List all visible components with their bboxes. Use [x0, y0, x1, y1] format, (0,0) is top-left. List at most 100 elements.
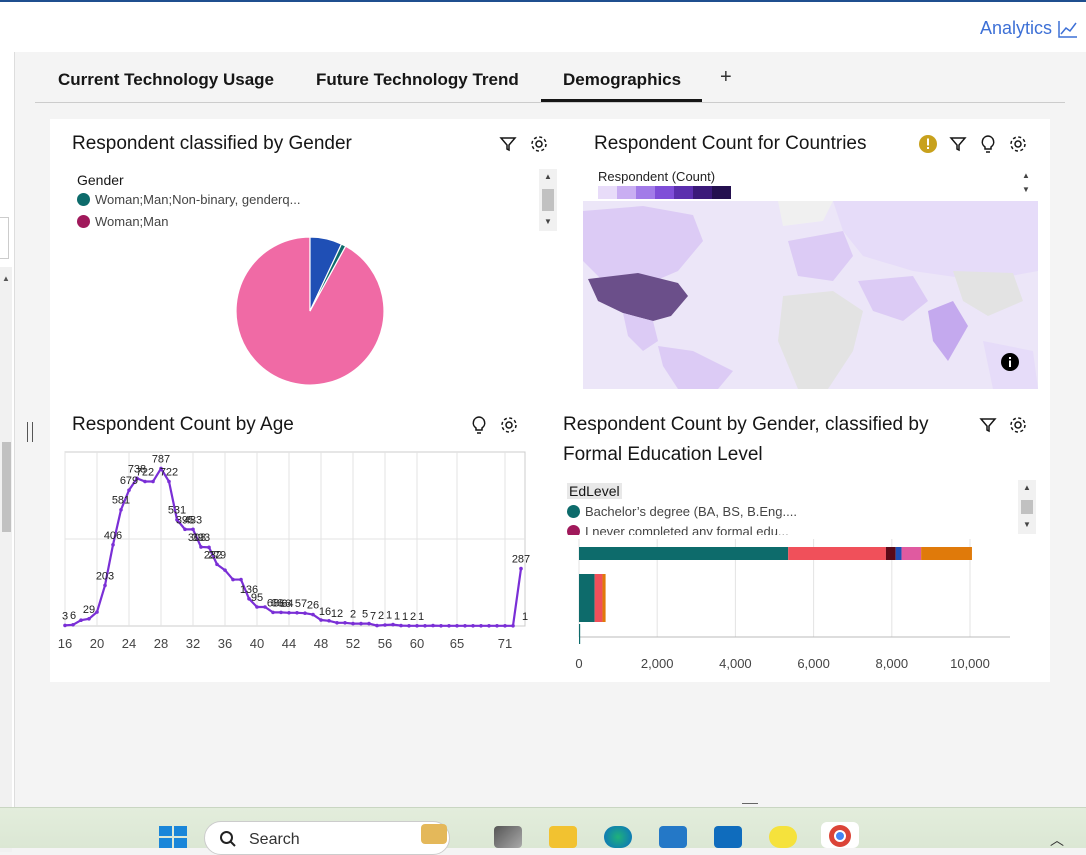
age-data-point[interactable] — [271, 610, 275, 615]
bar-segment[interactable] — [579, 574, 595, 622]
lightbulb-icon[interactable] — [469, 415, 489, 435]
scroll-down-icon[interactable]: ▼ — [1023, 520, 1031, 529]
age-data-point[interactable] — [79, 618, 83, 622]
age-data-point[interactable] — [279, 610, 283, 615]
scroll-up-icon[interactable]: ▲ — [1023, 483, 1031, 492]
age-data-point[interactable] — [311, 612, 315, 617]
lightbulb-icon[interactable] — [978, 134, 998, 154]
age-data-point[interactable] — [223, 568, 227, 572]
age-data-point[interactable] — [463, 623, 467, 628]
age-data-point[interactable] — [351, 621, 355, 626]
scroll-down-icon[interactable]: ▼ — [1022, 185, 1030, 194]
filter-icon[interactable] — [978, 415, 998, 435]
age-data-point[interactable] — [471, 623, 475, 628]
age-data-point[interactable] — [287, 610, 291, 615]
age-data-point[interactable] — [439, 623, 443, 628]
age-data-point[interactable] — [143, 479, 147, 484]
tab-future-technology-trend[interactable]: Future Technology Trend — [316, 70, 519, 90]
bar-segment[interactable] — [602, 574, 606, 622]
edu-legend-item[interactable]: Bachelor’s degree (BA, BS, B.Eng.... — [567, 504, 797, 519]
age-data-point[interactable] — [399, 623, 403, 628]
world-map[interactable] — [583, 201, 1038, 389]
outlook-icon[interactable] — [714, 826, 742, 848]
age-data-point[interactable] — [119, 507, 123, 512]
scroll-up-icon[interactable]: ▲ — [1022, 171, 1030, 180]
bar-segment[interactable] — [901, 547, 922, 560]
add-tab-button[interactable]: + — [720, 66, 732, 89]
scrollbar-thumb[interactable] — [542, 189, 554, 211]
chrome-icon-container[interactable] — [821, 822, 859, 848]
left-scrollbar[interactable] — [0, 267, 12, 852]
left-scrollbar-thumb[interactable] — [2, 442, 11, 532]
panel-splitter-handle[interactable] — [27, 422, 33, 442]
age-data-point[interactable] — [407, 623, 411, 628]
bar-segment[interactable] — [579, 547, 789, 560]
age-data-point[interactable] — [503, 623, 507, 628]
age-data-point[interactable] — [95, 610, 99, 614]
task-view-icon[interactable] — [494, 826, 522, 848]
age-data-point[interactable] — [231, 577, 235, 582]
age-data-point[interactable] — [199, 545, 203, 549]
age-data-point[interactable] — [479, 623, 483, 628]
info-icon[interactable] — [1000, 352, 1020, 372]
bar-segment[interactable] — [885, 547, 896, 560]
age-data-point[interactable] — [167, 479, 171, 484]
age-data-point[interactable] — [335, 620, 339, 625]
settings-icon[interactable] — [529, 134, 549, 154]
app-icon[interactable] — [769, 826, 797, 848]
age-data-point[interactable] — [111, 542, 115, 547]
scrollbar-thumb[interactable] — [1021, 500, 1033, 514]
tab-demographics[interactable]: Demographics — [540, 70, 703, 102]
scroll-up-icon[interactable]: ▲ — [544, 172, 552, 181]
age-data-point[interactable] — [151, 479, 155, 484]
file-explorer-icon[interactable] — [549, 826, 577, 848]
age-data-point[interactable] — [455, 623, 459, 628]
map-legend-scrollbar[interactable]: ▲ ▼ — [1017, 169, 1035, 199]
age-data-point[interactable] — [295, 610, 299, 615]
age-data-point[interactable] — [343, 620, 347, 625]
gender-legend-scrollbar[interactable]: ▲ ▼ — [539, 169, 557, 231]
age-data-point[interactable] — [303, 611, 307, 615]
windows-start-icon[interactable] — [159, 826, 187, 848]
gender-legend-item[interactable]: Woman;Man — [77, 214, 168, 229]
chevron-up-icon[interactable]: ︿ — [1050, 830, 1064, 850]
age-data-point[interactable] — [63, 623, 67, 628]
analytics-link[interactable]: Analytics — [980, 18, 1078, 39]
age-data-point[interactable] — [87, 616, 91, 621]
age-data-point[interactable] — [103, 583, 107, 588]
scroll-down-icon[interactable]: ▼ — [544, 217, 552, 226]
age-data-point[interactable] — [375, 623, 379, 628]
gender-legend-item[interactable]: Woman;Man;Non-binary, genderq... — [77, 192, 300, 207]
bar-segment[interactable] — [579, 624, 581, 644]
bar-segment[interactable] — [921, 547, 972, 560]
age-data-point[interactable] — [183, 527, 187, 532]
filter-icon[interactable] — [948, 134, 968, 154]
age-data-point[interactable] — [71, 622, 75, 627]
scroll-up-icon[interactable]: ▲ — [2, 274, 10, 283]
age-data-point[interactable] — [431, 623, 435, 628]
settings-icon[interactable] — [1008, 415, 1028, 435]
taskbar-search[interactable]: Search — [204, 821, 450, 855]
age-data-point[interactable] — [487, 623, 491, 628]
age-data-point[interactable] — [423, 623, 427, 628]
age-data-point[interactable] — [495, 623, 499, 628]
bar-segment[interactable] — [594, 574, 603, 622]
age-data-point[interactable] — [319, 618, 323, 622]
settings-icon[interactable] — [1008, 134, 1028, 154]
age-data-point[interactable] — [383, 623, 387, 627]
age-data-point[interactable] — [255, 605, 259, 609]
warning-icon[interactable] — [918, 134, 938, 154]
age-data-point[interactable] — [511, 623, 515, 628]
age-data-point[interactable] — [239, 577, 243, 582]
tab-current-technology-usage[interactable]: Current Technology Usage — [58, 70, 274, 90]
bar-segment[interactable] — [788, 547, 886, 560]
bar-segment[interactable] — [895, 547, 902, 560]
age-data-point[interactable] — [415, 623, 419, 628]
age-data-point[interactable] — [191, 527, 195, 532]
age-data-point[interactable] — [447, 623, 451, 628]
age-data-point[interactable] — [519, 566, 523, 571]
edge-browser-icon[interactable] — [604, 826, 632, 848]
filter-icon[interactable] — [498, 134, 518, 154]
store-icon[interactable] — [659, 826, 687, 848]
age-data-point[interactable] — [359, 621, 363, 626]
